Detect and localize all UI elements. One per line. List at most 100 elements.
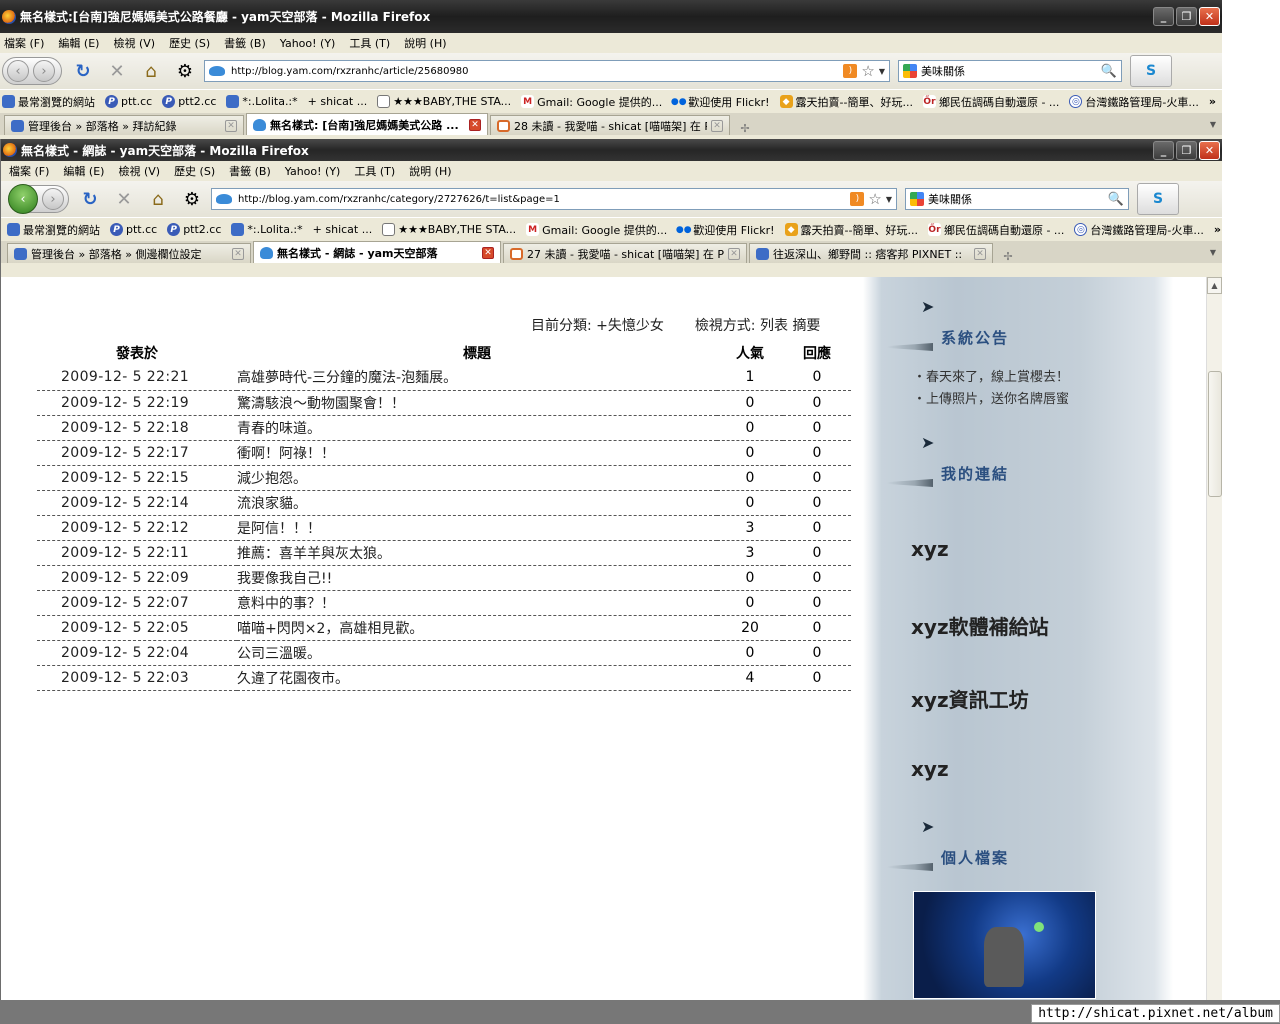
minimize-button[interactable]: _ bbox=[1153, 140, 1174, 160]
scrollbar-thumb[interactable] bbox=[1208, 371, 1222, 497]
view-list-link[interactable]: 列表 bbox=[760, 318, 788, 334]
tab-plurk[interactable]: 27 未讀 - 我愛喵 - shicat [喵喵架] 在 Plu... ✕ bbox=[503, 243, 747, 263]
bookmark-item[interactable]: Pptt2.cc bbox=[162, 95, 216, 108]
google-search-engine-icon[interactable] bbox=[910, 192, 924, 206]
post-title-link[interactable]: 喵喵+閃閃×2，高雄相見歡。 bbox=[237, 615, 717, 641]
dropdown-arrow-icon[interactable]: ▼ bbox=[879, 67, 885, 76]
tab-list-icon[interactable]: ▼ bbox=[1210, 248, 1216, 257]
post-title-link[interactable]: 公司三溫暖。 bbox=[237, 640, 717, 666]
bookmark-item[interactable]: ★★★BABY,THE STA... bbox=[382, 223, 516, 236]
addon-icon[interactable]: ⚙ bbox=[172, 58, 198, 84]
tab-list-icon[interactable]: ▼ bbox=[1210, 120, 1216, 129]
address-input[interactable]: http://blog.yam.com/rxzranhc/category/27… bbox=[238, 194, 846, 205]
tab-plurk[interactable]: 28 未讀 - 我愛喵 - shicat [喵喵架] 在 Plu... ✕ bbox=[490, 115, 730, 135]
bookmark-item[interactable]: ★★★BABY,THE STA... bbox=[377, 95, 511, 108]
back-arrow-icon[interactable]: ‹ bbox=[8, 184, 38, 214]
google-search-engine-icon[interactable] bbox=[903, 64, 917, 78]
bookmark-star-icon[interactable]: ☆ bbox=[868, 190, 881, 208]
post-title-link[interactable]: 推薦：喜羊羊與灰太狼。 bbox=[237, 540, 717, 566]
menu-tools[interactable]: 工具 (T) bbox=[354, 163, 395, 179]
tab-current[interactable]: 無名樣式 - 網誌 - yam天空部落 ✕ bbox=[253, 241, 501, 263]
firefox-window-background[interactable]: 無名樣式:[台南]強尼媽媽美式公路餐廳 - yam天空部落 - Mozilla … bbox=[0, 0, 1222, 140]
category-link[interactable]: +失憶少女 bbox=[596, 318, 664, 334]
address-bar[interactable]: http://blog.yam.com/rxzranhc/category/27… bbox=[211, 188, 897, 210]
profile-avatar[interactable] bbox=[913, 891, 1096, 999]
rss-icon[interactable]: ) bbox=[850, 192, 865, 206]
back-arrow-icon[interactable]: ‹ bbox=[7, 60, 29, 82]
bookmark-item[interactable]: Pptt2.cc bbox=[167, 223, 221, 236]
title-bar[interactable]: 無名樣式:[台南]強尼媽媽美式公路餐廳 - yam天空部落 - Mozilla … bbox=[0, 0, 1222, 33]
post-title-link[interactable]: 衝啊！阿祿！！ bbox=[237, 440, 717, 466]
bookmarks-overflow-icon[interactable]: » bbox=[1214, 223, 1221, 236]
bookmark-item[interactable]: M Gmail: Google 提供的... bbox=[526, 222, 667, 238]
maximize-button[interactable]: ❐ bbox=[1176, 7, 1197, 26]
search-input[interactable]: 美味關係 bbox=[921, 63, 1101, 79]
menu-history[interactable]: 歷史 (S) bbox=[169, 35, 210, 51]
title-bar[interactable]: 無名樣式 - 網誌 - yam天空部落 - Mozilla Firefox _ … bbox=[1, 139, 1222, 161]
post-title-link[interactable]: 久違了花園夜市。 bbox=[237, 665, 717, 691]
tab-current[interactable]: 無名樣式: [台南]強尼媽媽美式公路 ... ✕ bbox=[246, 113, 488, 135]
search-magnifier-icon[interactable]: 🔍 bbox=[1108, 192, 1124, 207]
bookmark-star-icon[interactable]: ☆ bbox=[861, 62, 874, 80]
scroll-up-arrow-icon[interactable]: ▲ bbox=[1207, 277, 1222, 294]
skype-icon[interactable]: S bbox=[1137, 183, 1179, 215]
stop-icon[interactable]: ✕ bbox=[104, 58, 130, 84]
close-tab-icon[interactable]: ✕ bbox=[225, 119, 237, 132]
post-title-link[interactable]: 高雄夢時代-三分鐘的魔法-泡麵展。 bbox=[237, 365, 717, 391]
tab-admin-visits[interactable]: 管理後台 » 部落格 » 拜訪紀錄 ✕ bbox=[4, 115, 244, 135]
post-title-link[interactable]: 青春的味道。 bbox=[237, 415, 717, 441]
view-summary-link[interactable]: 摘要 bbox=[792, 318, 820, 334]
menu-yahoo[interactable]: Yahoo! (Y) bbox=[285, 165, 341, 178]
bookmark-item[interactable]: ◆ 露天拍賣--簡單、好玩... bbox=[779, 94, 913, 110]
sidebar-link[interactable]: xyz軟體補給站 bbox=[911, 611, 1049, 640]
post-title-link[interactable]: 意料中的事？！ bbox=[237, 590, 717, 616]
sidebar-link[interactable]: xyz資訊工坊 bbox=[911, 684, 1029, 713]
post-title-link[interactable]: 我要像我自己!! bbox=[237, 565, 717, 591]
menu-edit[interactable]: 編輯 (E) bbox=[63, 163, 104, 179]
bookmark-item[interactable]: Pptt.cc bbox=[110, 223, 157, 236]
close-tab-icon[interactable]: ✕ bbox=[728, 247, 740, 260]
tab-pixnet[interactable]: 往返深山、鄉野間 :: 痞客邦 PIXNET :: ✕ bbox=[749, 243, 993, 263]
close-tab-icon[interactable]: ✕ bbox=[711, 119, 723, 132]
close-button[interactable]: ✕ bbox=[1199, 7, 1220, 26]
menu-bookmarks[interactable]: 書籤 (B) bbox=[229, 163, 271, 179]
bookmark-item[interactable]: Őr 鄉民伍調碼自動還原 - ... bbox=[922, 94, 1059, 110]
bookmark-item[interactable]: Őr 鄉民伍調碼自動還原 - ... bbox=[927, 222, 1064, 238]
sidebar-link[interactable]: xyz bbox=[911, 757, 949, 781]
menu-file[interactable]: 檔案 (F) bbox=[9, 163, 49, 179]
bookmarks-overflow-icon[interactable]: » bbox=[1209, 95, 1216, 108]
new-tab-icon[interactable]: ✢ bbox=[995, 250, 1021, 263]
search-bar[interactable]: 美味關係 🔍 bbox=[898, 60, 1122, 82]
menu-file[interactable]: 檔案 (F) bbox=[4, 35, 44, 51]
search-bar[interactable]: 美味關係 🔍 bbox=[905, 188, 1129, 210]
close-tab-icon[interactable]: ✕ bbox=[232, 247, 244, 260]
menu-help[interactable]: 說明 (H) bbox=[409, 163, 451, 179]
post-title-link[interactable]: 是阿信！！！ bbox=[237, 515, 717, 541]
addon-icon[interactable]: ⚙ bbox=[179, 186, 205, 212]
close-tab-icon[interactable]: ✕ bbox=[482, 246, 494, 259]
bookmark-item[interactable]: *:.Lolita.:* bbox=[226, 95, 298, 108]
menu-tools[interactable]: 工具 (T) bbox=[349, 35, 390, 51]
tab-admin-sidebar[interactable]: 管理後台 » 部落格 » 側邊欄位設定 ✕ bbox=[7, 243, 251, 263]
post-title-link[interactable]: 減少抱怨。 bbox=[237, 465, 717, 491]
skype-icon[interactable]: S bbox=[1130, 55, 1172, 87]
forward-arrow-icon[interactable]: › bbox=[42, 188, 64, 210]
menu-bookmarks[interactable]: 書籤 (B) bbox=[224, 35, 266, 51]
menu-view[interactable]: 檢視 (V) bbox=[118, 163, 160, 179]
close-tab-icon[interactable]: ✕ bbox=[974, 247, 986, 260]
reload-icon[interactable]: ↻ bbox=[70, 58, 96, 84]
bookmark-item[interactable]: ◎ 台灣鐵路管理局-火車... bbox=[1069, 94, 1199, 110]
search-magnifier-icon[interactable]: 🔍 bbox=[1101, 64, 1117, 79]
bookmark-item[interactable]: + shicat ... bbox=[313, 223, 373, 236]
maximize-button[interactable]: ❐ bbox=[1176, 140, 1197, 160]
reload-icon[interactable]: ↻ bbox=[77, 186, 103, 212]
post-title-link[interactable]: 驚濤駭浪～動物園聚會！！ bbox=[237, 390, 717, 416]
bookmark-item[interactable]: *:.Lolita.:* bbox=[231, 223, 303, 236]
bookmark-item[interactable]: Pptt.cc bbox=[105, 95, 152, 108]
bookmark-item[interactable]: ◆ 露天拍賣--簡單、好玩... bbox=[784, 222, 918, 238]
close-button[interactable]: ✕ bbox=[1199, 140, 1220, 160]
home-icon[interactable]: ⌂ bbox=[138, 58, 164, 84]
forward-arrow-icon[interactable]: › bbox=[33, 60, 55, 82]
bookmark-item[interactable]: M Gmail: Google 提供的... bbox=[521, 94, 662, 110]
home-icon[interactable]: ⌂ bbox=[145, 186, 171, 212]
